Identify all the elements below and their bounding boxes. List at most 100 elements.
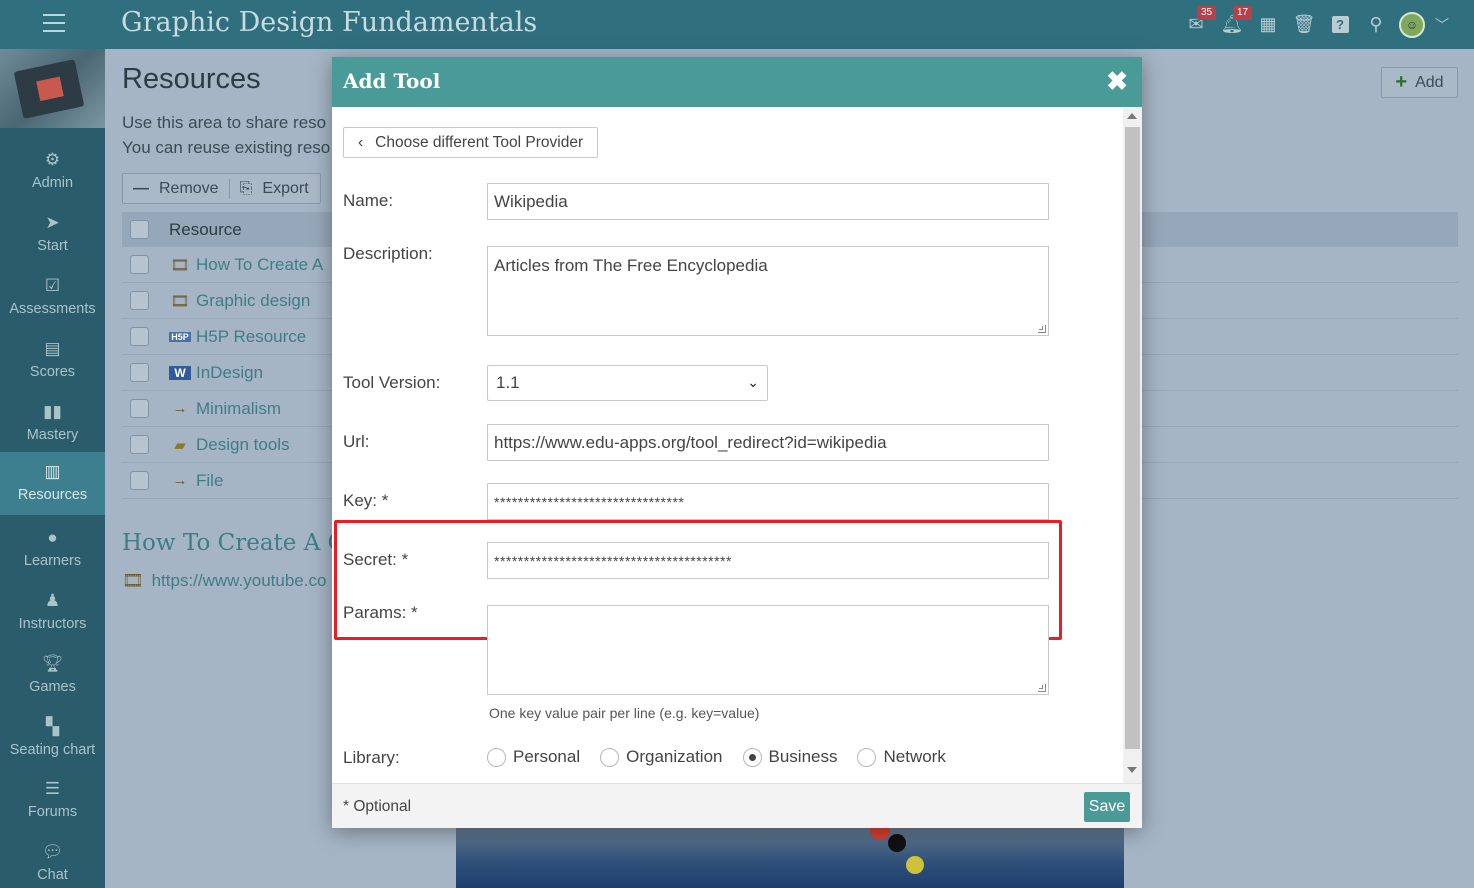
tool-version-select[interactable]: 1.1 ⌄ <box>487 365 768 401</box>
library-option-network[interactable]: Network <box>857 747 946 767</box>
sidebar-item-learners[interactable]: ● Learners <box>0 518 105 581</box>
scroll-down-icon[interactable] <box>1127 767 1137 773</box>
key-label: Key: * <box>343 491 389 510</box>
add-button-label: Add <box>1415 73 1444 91</box>
row-checkbox[interactable] <box>130 399 149 418</box>
export-button[interactable]: ⎘ Export <box>230 180 319 198</box>
sidebar-item-assessments[interactable]: ☑ Assessments <box>0 266 105 329</box>
radio-button[interactable] <box>487 747 506 767</box>
chevron-left-icon: ‹ <box>358 133 364 151</box>
chevron-down-icon: ﹀ <box>1435 16 1449 33</box>
notifications-button[interactable]: 🔔︎ 17 <box>1214 0 1253 49</box>
film-icon: 🎞︎ <box>170 256 190 274</box>
choose-provider-button[interactable]: ‹ Choose different Tool Provider <box>343 127 598 158</box>
film-icon: 🎞︎ <box>170 292 190 310</box>
scrollbar-thumb[interactable] <box>1125 127 1140 749</box>
dialog-footer: * Optional Save <box>332 783 1142 828</box>
optional-note: * Optional <box>343 798 412 815</box>
search-button[interactable]: ⚲ <box>1358 0 1394 49</box>
sidebar-item-games[interactable]: 🏆︎ Games <box>0 644 105 707</box>
scroll-up-icon[interactable] <box>1127 113 1137 119</box>
messages-button[interactable]: ✉ 35 <box>1178 0 1217 49</box>
bar-chart-icon: ▮▮ <box>43 402 62 421</box>
key-field[interactable]: ******************************** <box>487 483 1049 520</box>
sidebar-item-start[interactable]: ➤ Start <box>0 203 105 266</box>
resource-link[interactable]: Minimalism <box>196 399 281 419</box>
radio-button[interactable] <box>600 747 620 767</box>
row-checkbox[interactable] <box>130 327 149 346</box>
user-menu-toggle[interactable]: ﹀ <box>1430 0 1454 49</box>
library-label: Library: <box>343 748 400 767</box>
radio-button[interactable] <box>857 747 877 767</box>
seating-icon: ▚ <box>45 717 60 736</box>
add-button[interactable]: + Add <box>1381 67 1458 98</box>
close-icon[interactable]: ✖ <box>1106 67 1128 95</box>
menu-icon[interactable] <box>43 14 65 34</box>
calendar-button[interactable]: ▦ <box>1250 0 1286 49</box>
sidebar-item-mastery[interactable]: ▮▮ Mastery <box>0 392 105 455</box>
help-icon: ? <box>1331 16 1349 33</box>
sidebar-item-instructors[interactable]: ♟ Instructors <box>0 581 105 644</box>
sidebar-item-label: Seating chart <box>9 742 96 758</box>
row-checkbox[interactable] <box>130 471 149 490</box>
check-icon: ☑ <box>44 276 61 295</box>
trophy-icon: 🏆︎ <box>41 654 64 673</box>
library-option-business[interactable]: Business <box>742 747 837 767</box>
resource-link[interactable]: InDesign <box>196 363 263 383</box>
resource-link[interactable]: H5P Resource <box>196 327 306 347</box>
name-field[interactable]: Wikipedia <box>487 183 1049 220</box>
resource-link[interactable]: File <box>196 471 223 491</box>
description-label: Description: <box>343 244 433 263</box>
radio-button[interactable] <box>742 747 762 767</box>
library-option-organization[interactable]: Organization <box>600 747 723 767</box>
resource-link[interactable]: Design tools <box>196 435 290 455</box>
dialog-body: ‹ Choose different Tool Provider Name: W… <box>332 107 1142 783</box>
books-icon: ▥ <box>44 462 61 481</box>
url-field[interactable]: https://www.edu-apps.org/tool_redirect?i… <box>487 424 1049 461</box>
plus-icon: + <box>1395 71 1408 93</box>
top-bar: Graphic Design Fundamentals ✉ 35 🔔︎ 17 ▦… <box>0 0 1474 49</box>
sidebar-item-label: Admin <box>31 175 74 191</box>
sidebar-item-label: Scores <box>29 364 76 380</box>
row-checkbox[interactable] <box>130 255 149 274</box>
sidebar-item-resources[interactable]: ▥ Resources <box>0 452 105 515</box>
add-tool-dialog: Add Tool ✖ ‹ Choose different Tool Provi… <box>332 57 1142 828</box>
trash-button[interactable]: 🗑︎ <box>1286 0 1322 49</box>
row-checkbox[interactable] <box>130 435 149 454</box>
select-all-checkbox[interactable] <box>130 220 149 239</box>
help-button[interactable]: ? <box>1322 0 1358 49</box>
gear-icon: ⚙ <box>44 150 61 169</box>
calendar-icon: ▦ <box>1259 14 1277 34</box>
sidebar: ⚙ Admin ➤ Start ☑ Assessments ▤ Scores ▮… <box>0 49 105 888</box>
resource-preview-link[interactable]: 🎞︎ https://www.youtube.co <box>122 571 326 591</box>
instructor-icon: ♟ <box>44 591 61 610</box>
library-option-personal[interactable]: Personal <box>487 747 580 767</box>
remove-button[interactable]: — Remove <box>123 180 229 198</box>
sidebar-item-scores[interactable]: ▤ Scores <box>0 329 105 392</box>
course-title[interactable]: Graphic Design Fundamentals <box>121 7 537 38</box>
resize-handle[interactable] <box>1038 325 1046 333</box>
resource-link[interactable]: How To Create A <box>196 255 323 275</box>
resource-link[interactable]: Graphic design <box>196 291 310 311</box>
params-field[interactable] <box>487 605 1049 695</box>
save-button[interactable]: Save <box>1084 792 1130 822</box>
row-checkbox[interactable] <box>130 291 149 310</box>
row-checkbox[interactable] <box>130 363 149 382</box>
sidebar-item-forums[interactable]: ☰ Forums <box>0 769 105 832</box>
page-title: Resources <box>122 63 261 95</box>
arrow-right-icon: → <box>172 400 188 417</box>
grid-icon: ▤ <box>44 339 61 358</box>
sidebar-item-label: Mastery <box>26 427 79 443</box>
word-icon: W <box>169 365 191 380</box>
sidebar-item-seating-chart[interactable]: ▚ Seating chart <box>0 707 105 770</box>
course-thumbnail[interactable] <box>0 49 105 128</box>
user-menu[interactable]: ☺ <box>1394 0 1430 49</box>
description-field[interactable]: Articles from The Free Encyclopedia <box>487 246 1049 336</box>
sidebar-item-chat[interactable]: 💬︎ Chat <box>0 832 105 888</box>
export-icon: ⎘ <box>239 179 253 197</box>
video-preview[interactable] <box>456 826 1124 888</box>
sidebar-item-admin[interactable]: ⚙ Admin <box>0 140 105 203</box>
resize-handle[interactable] <box>1038 684 1046 692</box>
sidebar-item-label: Chat <box>37 867 68 883</box>
folder-icon: ▰ <box>174 436 186 454</box>
